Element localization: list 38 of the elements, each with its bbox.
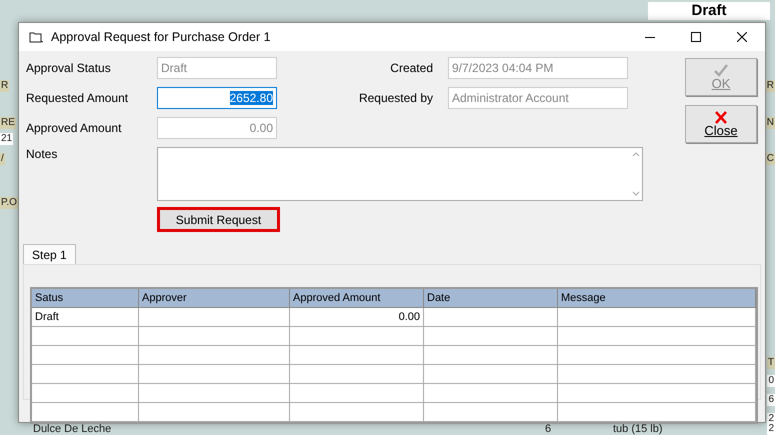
cut-text: 0 xyxy=(767,375,775,387)
field-label: Approval Status xyxy=(26,61,112,75)
notes-field[interactable] xyxy=(157,147,643,201)
minimize-icon xyxy=(645,36,655,38)
field-label: Requested by xyxy=(358,91,434,105)
folder-icon xyxy=(29,31,43,43)
cut-text: / xyxy=(0,153,5,165)
column-header: Approver xyxy=(139,289,290,308)
cut-text: P.O xyxy=(0,197,18,209)
column-header: Message xyxy=(558,289,756,308)
checkmark-icon xyxy=(713,63,729,77)
cut-text: 21 xyxy=(0,133,14,145)
status-text: Draft xyxy=(648,2,770,20)
cut-text: 6 xyxy=(767,394,775,406)
input-field[interactable]: 2652.80 xyxy=(157,87,277,109)
table-cell: 0.00 xyxy=(290,308,424,327)
table-cell: Draft xyxy=(32,308,139,327)
close-icon xyxy=(737,32,747,42)
field-label: Requested Amount xyxy=(26,91,130,105)
column-header: Satus xyxy=(32,289,139,308)
cut-text: T xyxy=(766,357,775,369)
table-cell: 6 xyxy=(545,423,552,435)
table-cell: tub (15 lb) xyxy=(613,423,663,435)
tab[interactable]: Step 1 xyxy=(23,244,76,264)
maximize-icon xyxy=(691,32,701,42)
x-mark-icon xyxy=(714,110,728,124)
cut-text: RE xyxy=(0,117,16,129)
table-cell: Dulce De Leche xyxy=(33,423,112,435)
submit-request-button[interactable]: Submit Request xyxy=(157,207,280,232)
window-title: Approval Request for Purchase Order 1 xyxy=(51,30,272,44)
close-button[interactable]: Close xyxy=(685,105,757,143)
field-label: Approved Amount xyxy=(26,121,122,135)
column-header: Approved Amount xyxy=(290,289,424,308)
field-label: Notes xyxy=(26,147,58,163)
cut-text: R xyxy=(0,80,10,92)
column-header: Date xyxy=(424,289,558,308)
field-label: Created xyxy=(389,61,434,75)
cut-text: 2 xyxy=(767,423,775,435)
